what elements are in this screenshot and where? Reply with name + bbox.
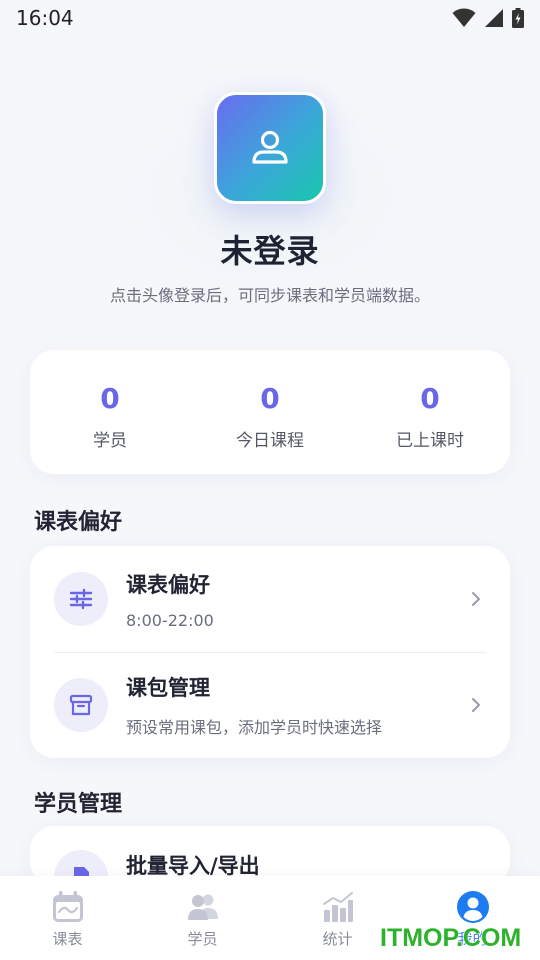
- section-title-students: 学员管理: [34, 792, 123, 817]
- status-bar: 16:04: [0, 0, 540, 36]
- stat-value: 0: [260, 382, 280, 415]
- stat-label: 今日课程: [236, 431, 304, 451]
- item-text: 课表偏好 8:00-22:00: [126, 569, 466, 630]
- nav-label: 统计: [322, 930, 353, 948]
- status-time: 16:04: [16, 6, 74, 30]
- item-text: 课包管理 预设常用课包，添加学员时快速选择: [126, 672, 466, 738]
- nav-tab-schedule[interactable]: 课表: [0, 876, 135, 960]
- nav-tab-students[interactable]: 学员: [135, 876, 270, 960]
- signal-icon: [485, 9, 503, 27]
- schedule-settings-card: 课表偏好 8:00-22:00 课包管理 预设常用课包，添加学员时快速选择: [30, 546, 510, 758]
- item-subtitle: 预设常用课包，添加学员时快速选择: [126, 718, 383, 737]
- section-title-schedule: 课表偏好: [34, 510, 123, 535]
- users-icon: [187, 894, 218, 920]
- item-title: 课包管理: [126, 676, 210, 700]
- list-item-course-package[interactable]: 课包管理 预设常用课包，添加学员时快速选择: [30, 652, 510, 758]
- battery-icon: [512, 8, 524, 28]
- chevron-right-icon: [472, 698, 480, 712]
- stat-today-courses[interactable]: 0 今日课程: [190, 350, 350, 474]
- user-circle-icon: [456, 891, 489, 923]
- user-icon: [252, 130, 288, 164]
- avatar-login-button[interactable]: [214, 92, 326, 204]
- stat-students[interactable]: 0 学员: [30, 350, 190, 474]
- stats-card: 0 学员 0 今日课程 0 已上课时: [30, 350, 510, 474]
- sliders-icon: [54, 572, 108, 626]
- calendar-icon: [52, 891, 83, 922]
- login-hint: 点击头像登录后，可同步课表和学员端数据。: [109, 286, 430, 305]
- nav-label: 学员: [187, 930, 218, 948]
- list-item-schedule-preference[interactable]: 课表偏好 8:00-22:00: [30, 546, 510, 652]
- stat-value: 0: [420, 382, 440, 415]
- archive-box-icon: [54, 678, 108, 732]
- site-watermark: ITMOP.COM: [380, 924, 522, 952]
- wifi-icon: [452, 8, 476, 27]
- stat-label: 已上课时: [396, 431, 464, 451]
- stat-label: 学员: [93, 431, 127, 451]
- stat-value: 0: [100, 382, 120, 415]
- status-icons: [452, 8, 524, 28]
- item-subtitle: 8:00-22:00: [126, 610, 214, 630]
- login-status-title[interactable]: 未登录: [0, 226, 540, 272]
- chevron-right-icon: [472, 592, 480, 606]
- bar-chart-icon: [322, 892, 353, 922]
- item-title: 课表偏好: [126, 572, 210, 597]
- nav-label: 课表: [52, 930, 83, 948]
- stat-completed-hours[interactable]: 0 已上课时: [350, 350, 510, 474]
